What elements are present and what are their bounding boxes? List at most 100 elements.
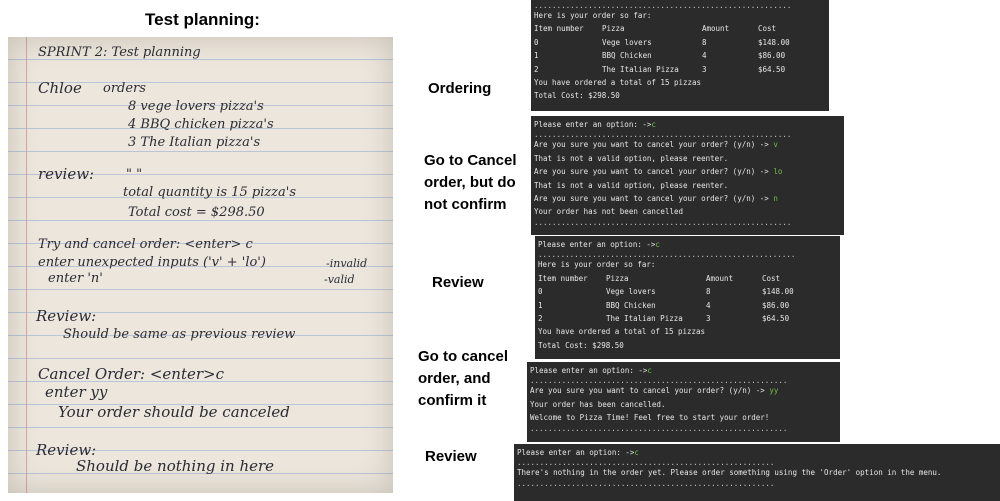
- total-qty: You have ordered a total of 15 pizzas: [538, 327, 706, 337]
- user-input: n: [773, 193, 778, 203]
- note-unexpected: enter unexpected inputs ('v' + 'lo'): [38, 255, 266, 270]
- note-same-prev: Should be same as previous review: [63, 327, 296, 342]
- cell: $86.00: [762, 300, 790, 310]
- label-review-2: Review: [425, 448, 477, 465]
- notebook-photo: SPRINT 2: Test planning Chloe orders 8 v…: [8, 37, 393, 493]
- table-row: 2 The Italian Pizza 3 $64.50: [534, 63, 826, 76]
- note-review-label: review:: [38, 165, 95, 183]
- cell: BBQ Chicken: [606, 300, 656, 310]
- col-item-number: Item number: [534, 24, 584, 34]
- total-cost: Total Cost: $298.50: [534, 91, 620, 101]
- separator: ........................................…: [538, 251, 796, 259]
- total-cost: Total Cost: $298.50: [538, 340, 624, 350]
- cell: Vege lovers: [602, 37, 652, 47]
- note-order-line: 3 The Italian pizza's: [128, 135, 261, 150]
- table-header: Item number Pizza Amount Cost: [534, 22, 826, 35]
- label-line: order, and: [418, 370, 491, 387]
- cell: 2: [534, 64, 539, 74]
- note-review2: Review:: [36, 307, 97, 325]
- cell: BBQ Chicken: [602, 51, 652, 61]
- welcome-msg: Welcome to Pizza Time! Feel free to star…: [530, 413, 770, 423]
- cell: 1: [534, 51, 539, 61]
- table-row: 1 BBQ Chicken 4 $86.00: [538, 299, 837, 312]
- col-pizza: Pizza: [602, 24, 625, 34]
- note-nothing: Should be nothing in here: [76, 457, 275, 475]
- label-cancel-confirm: Go to cancel order, and confirm it: [418, 346, 508, 412]
- note-sprint: SPRINT 2: Test planning: [38, 45, 201, 60]
- note-ditto: " ": [126, 167, 143, 182]
- terminal-ordering: ........................................…: [531, 0, 829, 111]
- confirm-question: Are you sure you want to cancel your ord…: [534, 167, 769, 177]
- cell: 0: [538, 287, 543, 297]
- user-input: c: [634, 448, 639, 457]
- note-enter-n: enter 'n': [48, 271, 103, 286]
- user-input: c: [655, 240, 660, 249]
- cell: $64.50: [758, 64, 786, 74]
- label-review-1: Review: [432, 274, 484, 291]
- user-input: yy: [769, 386, 779, 396]
- order-header: Here is your order so far:: [534, 11, 652, 20]
- cancelled-msg: Your order has been cancelled.: [530, 399, 666, 409]
- prompt: Please enter an option: ->: [517, 448, 635, 457]
- prompt-line: Please enter an option: ->c: [517, 446, 997, 459]
- col-cost: Cost: [758, 24, 777, 34]
- col-cost: Cost: [762, 273, 781, 283]
- cell: The Italian Pizza: [606, 313, 683, 323]
- separator: ........................................…: [530, 424, 788, 432]
- separator: ........................................…: [517, 459, 775, 467]
- separator: ........................................…: [530, 377, 788, 385]
- cell: 1: [538, 300, 543, 310]
- invalid-msg: That is not a valid option, please reent…: [534, 153, 729, 163]
- page-title: Test planning:: [145, 10, 260, 29]
- note-orders: orders: [103, 81, 146, 96]
- prompt-line: Please enter an option: ->c: [538, 238, 837, 251]
- prompt-line: Please enter an option: ->c: [530, 364, 837, 377]
- note-order-line: 4 BBQ chicken pizza's: [128, 117, 274, 132]
- cell: $148.00: [762, 287, 794, 297]
- confirm-question: Are you sure you want to cancel your ord…: [534, 140, 769, 150]
- note-try-cancel: Try and cancel order: <enter> c: [38, 237, 253, 252]
- note-cancel-order: Cancel Order: <enter>c: [38, 365, 225, 383]
- separator: ........................................…: [534, 131, 792, 139]
- table-row: 1 BBQ Chicken 4 $86.00: [534, 49, 826, 62]
- label-cancel-no-confirm: Go to Cancel order, but do not confirm: [424, 150, 517, 216]
- note-chloe: Chloe: [38, 79, 82, 97]
- confirm-line: Are you sure you want to cancel your ord…: [534, 138, 841, 151]
- table-row: 0 Vege lovers 8 $148.00: [538, 285, 837, 298]
- not-cancelled-msg: Your order has not been cancelled: [534, 207, 684, 217]
- cell: 4: [702, 51, 707, 61]
- user-input: v: [773, 140, 778, 150]
- terminal-review-2: Please enter an option: ->c ............…: [514, 444, 1000, 501]
- terminal-review-1: Please enter an option: ->c ............…: [535, 236, 840, 359]
- note-invalid: -invalid: [326, 257, 368, 270]
- col-pizza: Pizza: [606, 273, 629, 283]
- note-valid: -valid: [324, 273, 355, 286]
- label-line: order, but do: [424, 174, 516, 191]
- confirm-line: Are you sure you want to cancel your ord…: [534, 192, 841, 205]
- cell: 3: [702, 64, 707, 74]
- user-input: c: [647, 366, 652, 375]
- terminal-cancel-confirm: Please enter an option: ->c ............…: [527, 362, 840, 442]
- cell: $64.50: [762, 313, 790, 323]
- label-line: confirm it: [418, 392, 487, 409]
- user-input: c: [651, 120, 656, 129]
- nothing-msg: There's nothing in the order yet. Please…: [517, 468, 942, 478]
- confirm-question: Are you sure you want to cancel your ord…: [534, 193, 769, 203]
- separator: ........................................…: [534, 2, 792, 9]
- cell: 0: [534, 37, 539, 47]
- cell: 4: [706, 300, 711, 310]
- prompt: Please enter an option: ->: [530, 366, 648, 375]
- note-total-cost: Total cost = $298.50: [128, 205, 265, 220]
- note-order-line: 8 vege lovers pizza's: [128, 99, 264, 114]
- prompt-line: Please enter an option: ->c: [534, 118, 841, 131]
- label-line: not confirm: [424, 196, 507, 213]
- confirm-line: Are you sure you want to cancel your ord…: [530, 384, 837, 397]
- table-header: Item number Pizza Amount Cost: [538, 272, 837, 285]
- cell: 3: [706, 313, 711, 323]
- confirm-question: Are you sure you want to cancel your ord…: [530, 386, 765, 396]
- table-row: 2 The Italian Pizza 3 $64.50: [538, 312, 837, 325]
- cell: Vege lovers: [606, 287, 656, 297]
- label-ordering: Ordering: [428, 80, 492, 97]
- note-enter-yy: enter yy: [45, 383, 108, 401]
- separator: ........................................…: [517, 479, 775, 487]
